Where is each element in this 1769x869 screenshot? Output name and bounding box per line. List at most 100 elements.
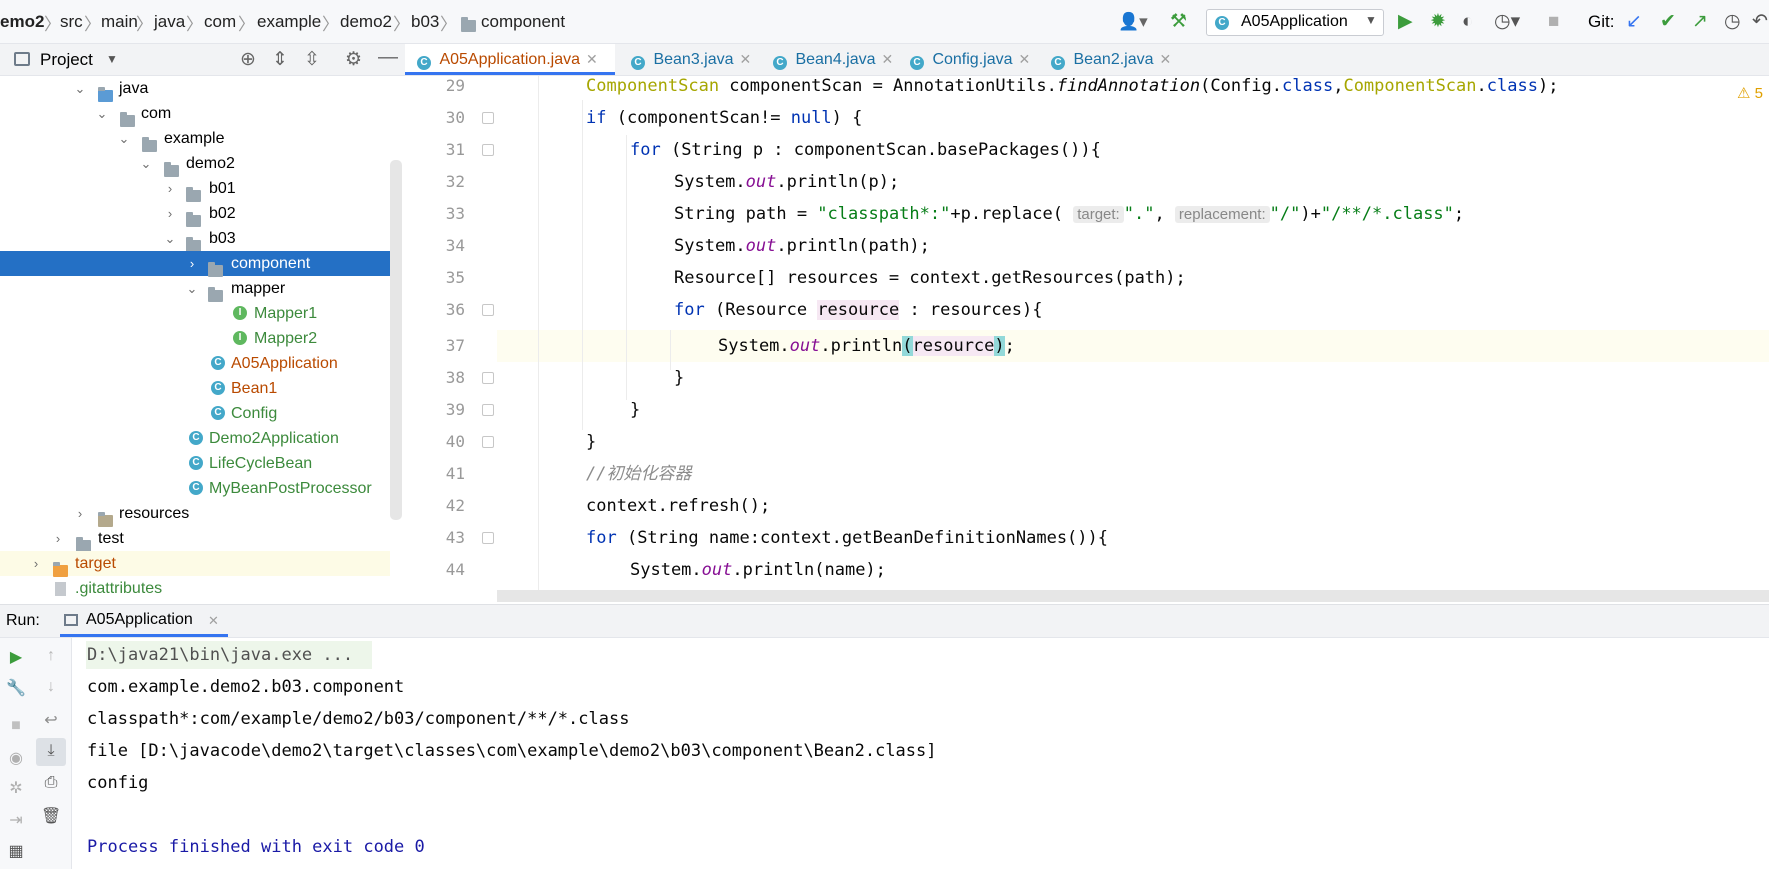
up-arrow-icon[interactable]: ↑	[41, 647, 61, 665]
console-icon	[64, 614, 78, 626]
close-icon[interactable]: ✕	[208, 613, 219, 629]
exit-icon[interactable]: ⇥	[6, 810, 26, 830]
collapse-all-icon[interactable]: ⇳	[304, 48, 320, 71]
stop-icon[interactable]: ■	[6, 717, 26, 735]
tree-item-label: Mapper2	[254, 330, 318, 347]
fold-marker[interactable]	[482, 532, 494, 544]
breadcrumb-b03[interactable]: b03	[411, 12, 439, 32]
locate-icon[interactable]: ⊕	[240, 48, 256, 71]
chevron-right-icon[interactable]: ›	[186, 251, 198, 276]
git-update-icon[interactable]: ↙	[1626, 11, 1642, 33]
chevron-down-icon[interactable]: ⌄	[164, 226, 176, 251]
print-icon[interactable]: ⎙	[41, 774, 61, 792]
history-icon[interactable]: ◷	[1724, 11, 1741, 33]
tree-item-example[interactable]: ⌄ example	[0, 126, 390, 152]
code-token: }	[586, 432, 597, 452]
chevron-right-icon[interactable]: ›	[164, 201, 176, 226]
chevron-down-icon[interactable]: ⌄	[96, 101, 108, 126]
code-token: "/**/*.class"	[1320, 204, 1454, 224]
fold-marker[interactable]	[482, 304, 494, 316]
breadcrumb-main[interactable]: main	[101, 12, 138, 32]
rerun-icon[interactable]: ▶	[6, 647, 26, 667]
rollback-icon[interactable]: ↶	[1752, 11, 1768, 33]
tree-item-resources[interactable]: › resources	[0, 501, 390, 527]
tree-item-b03[interactable]: ⌄ b03	[0, 226, 390, 252]
close-icon[interactable]: ✕	[1019, 51, 1031, 67]
gear-icon[interactable]: ⚙	[345, 48, 362, 71]
soft-wrap-icon[interactable]: ↩	[41, 710, 61, 730]
tree-item-mapper1[interactable]: I Mapper1	[0, 301, 390, 326]
tree-item-lifecyclebean[interactable]: C LifeCycleBean	[0, 451, 390, 476]
code-token: System.	[630, 560, 702, 580]
chevron-right-icon[interactable]: ›	[164, 176, 176, 201]
fold-marker[interactable]	[482, 436, 494, 448]
tree-item-mapper2[interactable]: I Mapper2	[0, 326, 390, 351]
build-hammer-icon[interactable]: ⚒	[1170, 11, 1187, 33]
chevron-down-icon[interactable]: ⌄	[140, 151, 152, 176]
run-icon[interactable]: ▶	[1398, 11, 1413, 33]
tree-item-bean1[interactable]: C Bean1	[0, 376, 390, 401]
tree-item-test[interactable]: › test	[0, 526, 390, 552]
chevron-down-icon[interactable]: ⌄	[74, 76, 86, 101]
wrench-icon[interactable]: 🔧	[6, 678, 26, 698]
breadcrumb-project[interactable]: emo2	[0, 12, 44, 32]
breadcrumb-component[interactable]: component	[481, 12, 565, 32]
tree-item-com[interactable]: ⌄ com	[0, 101, 390, 127]
tree-item-config[interactable]: C Config	[0, 401, 390, 426]
chevron-down-icon[interactable]: ⌄	[186, 276, 198, 301]
user-icon[interactable]: 👤▾	[1118, 11, 1148, 33]
camera-icon[interactable]: ◉	[6, 748, 26, 768]
tree-item-java[interactable]: ⌄ java	[0, 76, 390, 102]
fold-marker[interactable]	[482, 404, 494, 416]
layout-icon[interactable]: ▦	[6, 841, 26, 861]
profile-icon[interactable]: ◷▾	[1494, 11, 1520, 33]
hide-panel-icon[interactable]: —	[378, 46, 398, 69]
expand-all-icon[interactable]: ⇕	[272, 48, 288, 71]
tree-item-b02[interactable]: › b02	[0, 201, 390, 227]
breadcrumb-java[interactable]: java	[154, 12, 185, 32]
close-icon[interactable]: ✕	[882, 51, 894, 67]
tree-scrollbar[interactable]	[390, 160, 402, 520]
console-line[interactable]: D:\java21\bin\java.exe ...	[87, 640, 353, 670]
tree-item-b01[interactable]: › b01	[0, 176, 390, 202]
close-icon[interactable]: ✕	[1160, 51, 1172, 67]
breadcrumb-example[interactable]: example	[257, 12, 321, 32]
editor-horizontal-scrollbar[interactable]	[497, 590, 1769, 602]
tree-item-a05application[interactable]: C A05Application	[0, 351, 390, 376]
coverage-icon[interactable]: ◐	[1462, 11, 1473, 33]
project-panel-title[interactable]: Project	[40, 50, 93, 70]
fold-marker[interactable]	[482, 144, 494, 156]
down-arrow-icon[interactable]: ↓	[41, 678, 61, 696]
chevron-right-icon: 〉	[44, 15, 61, 34]
fold-marker[interactable]	[482, 112, 494, 124]
fold-marker[interactable]	[482, 372, 494, 384]
git-push-icon[interactable]: ↗	[1692, 11, 1708, 33]
code-token: (String name:context.getBeanDefinitionNa…	[616, 528, 1108, 548]
chevron-right-icon[interactable]: ›	[52, 526, 64, 551]
breadcrumb-src[interactable]: src	[60, 12, 83, 32]
git-commit-icon[interactable]: ✔	[1660, 11, 1676, 33]
chevron-down-icon[interactable]: ▼	[106, 52, 118, 66]
run-configuration-select[interactable]: C A05Application ▼	[1206, 9, 1384, 36]
debug-icon[interactable]: ✹	[1430, 11, 1446, 33]
settings-icon[interactable]: ✲	[6, 778, 26, 798]
breadcrumb-com[interactable]: com	[204, 12, 236, 32]
chevron-down-icon[interactable]: ⌄	[118, 126, 130, 151]
chevron-right-icon[interactable]: ›	[30, 551, 42, 576]
code-token: null	[790, 108, 832, 128]
tree-item-demo2[interactable]: ⌄ demo2	[0, 151, 390, 177]
tree-item-mybeanpostprocessor[interactable]: C MyBeanPostProcessor	[0, 476, 390, 501]
breadcrumb-demo2[interactable]: demo2	[340, 12, 392, 32]
chevron-right-icon[interactable]: ›	[74, 501, 86, 526]
tree-item-gitattributes[interactable]: .gitattributes	[0, 576, 390, 601]
tree-item-demo2application[interactable]: C Demo2Application	[0, 426, 390, 451]
trash-icon[interactable]: 🗑	[41, 806, 61, 826]
line-number: 40	[445, 432, 465, 451]
stop-icon[interactable]: ■	[1548, 11, 1559, 33]
close-icon[interactable]: ✕	[586, 51, 598, 67]
tree-item-target[interactable]: › target	[0, 551, 390, 577]
close-icon[interactable]: ✕	[740, 51, 752, 67]
tree-item-component[interactable]: › component	[0, 251, 390, 277]
tree-item-mapper[interactable]: ⌄ mapper	[0, 276, 390, 302]
run-tab[interactable]: A05Application ✕	[60, 605, 228, 637]
